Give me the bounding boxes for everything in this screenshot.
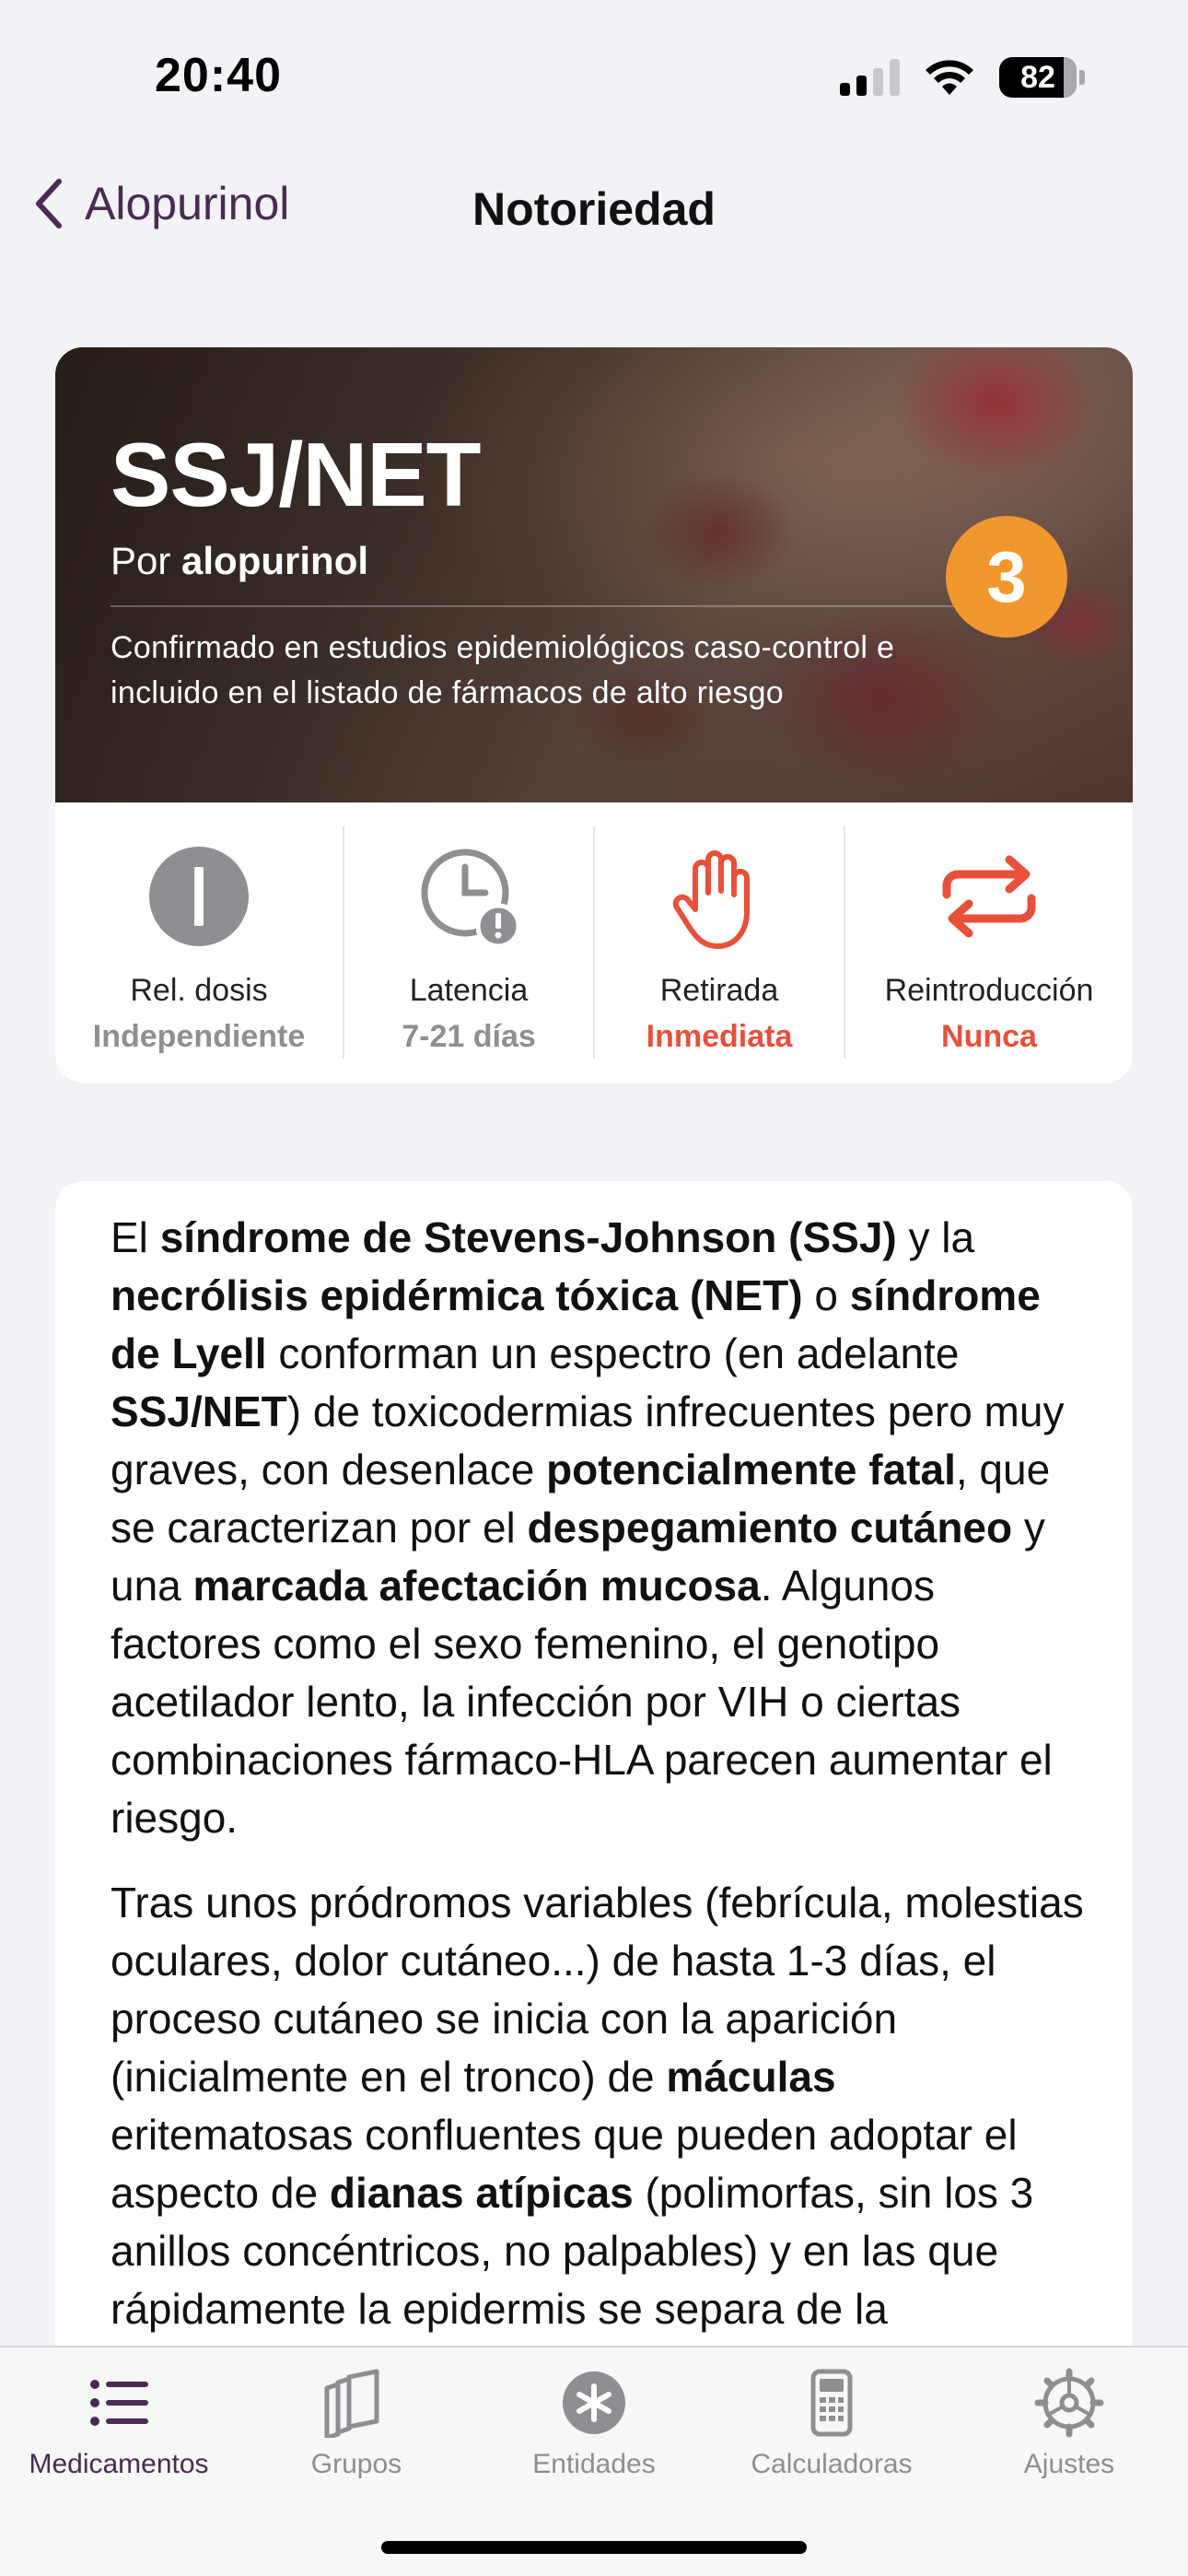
subtitle-drug: alopurinol [181,539,369,582]
back-label: Alopurinol [85,178,290,229]
nav-bar: Notoriedad Alopurinol [0,157,1188,263]
stop-hand-icon [672,850,750,949]
wifi-icon [926,60,973,95]
bold-term: potencialmente fatal [546,1446,956,1493]
paragraph-clinical: Tras unos pródromos variables (febrícula… [111,1874,1087,2338]
tab-ajustes[interactable]: Ajustes [950,2348,1188,2495]
text-run: y la [896,1213,975,1261]
tab-label: Ajustes [1023,2449,1115,2479]
stats-row: Rel. dosis Independiente Latencia 7-21 d… [55,802,1133,1083]
bold-term: máculas [666,2053,836,2101]
tab-medicamentos[interactable]: Medicamentos [0,2348,238,2495]
groups-icon [324,2369,379,2438]
clock-alert-icon [421,849,521,949]
reaction-title: SSJ/NET [111,424,481,525]
subtitle-prefix: Por [111,539,171,582]
gear-icon [1034,2368,1104,2438]
reaction-subtitle: Por alopurinol [111,539,368,583]
stat-label: Reintroducción [884,973,1094,1008]
status-icons: 82 [840,57,1085,98]
tab-calculadoras[interactable]: Calculadoras [713,2348,950,2495]
bold-term: necrólisis epidérmica tóxica (NET) [111,1271,803,1319]
stat-value: Inmediata [646,1019,793,1054]
bold-term: síndrome de Stevens-Johnson (SSJ) [159,1213,897,1261]
bold-term: marcada afectación mucosa [192,1562,761,1610]
stat-reintroduction[interactable]: Reintroducción Nunca [845,802,1133,1083]
stat-label: Rel. dosis [130,973,268,1008]
notoriety-badge[interactable]: 3 [946,516,1067,638]
stat-label: Retirada [659,973,779,1008]
stat-withdrawal[interactable]: Retirada Inmediata [595,802,844,1083]
paragraph-definition: El síndrome de Stevens-Johnson (SSJ) y l… [111,1209,1087,1847]
tab-label: Entidades [532,2449,656,2479]
dose-relation-icon [149,847,249,946]
tab-label: Grupos [310,2449,402,2479]
text-run: o [802,1271,850,1319]
list-icon [90,2380,148,2426]
battery-icon: 82 [999,57,1085,98]
text-run: conforman un espectro (en adelante [266,1329,960,1377]
reintroduction-arrows-icon [942,855,1036,938]
reaction-card: SSJ/NET Por alopurinol Confirmado en est… [55,347,1133,1083]
tab-grupos[interactable]: Grupos [238,2348,475,2495]
stat-label: Latencia [409,973,529,1008]
text-run: El [111,1213,160,1261]
back-button[interactable]: Alopurinol [33,177,289,230]
reaction-description: Confirmado en estudios epidemiológicos c… [111,630,895,710]
divider [111,605,969,607]
bold-term: despegamiento cutáneo [527,1504,1013,1551]
tab-label: Calculadoras [751,2449,913,2479]
battery-level: 82 [1020,59,1055,95]
calculator-icon [810,2369,853,2437]
stat-value: 7-21 días [402,1019,536,1054]
status-bar: 20:40 82 [0,0,1188,157]
bold-term: SSJ/NET [111,1388,287,1435]
bold-term: dianas atípicas [329,2169,634,2217]
text-run: Tras unos pródromos variables (febrícula… [111,1879,1084,2101]
stat-value: Nunca [941,1019,1037,1054]
status-time: 20:40 [155,49,282,102]
tab-label: Medicamentos [29,2449,209,2479]
tab-entidades[interactable]: Entidades [475,2348,713,2495]
stat-value: Independiente [92,1019,306,1054]
chevron-left-icon [36,179,62,228]
stat-dose-relation[interactable]: Rel. dosis Independiente [55,802,343,1083]
asterisk-icon [563,2371,625,2434]
cellular-signal-icon [840,59,900,96]
home-indicator [381,2541,807,2554]
stat-latency[interactable]: Latencia 7-21 días [344,802,593,1083]
